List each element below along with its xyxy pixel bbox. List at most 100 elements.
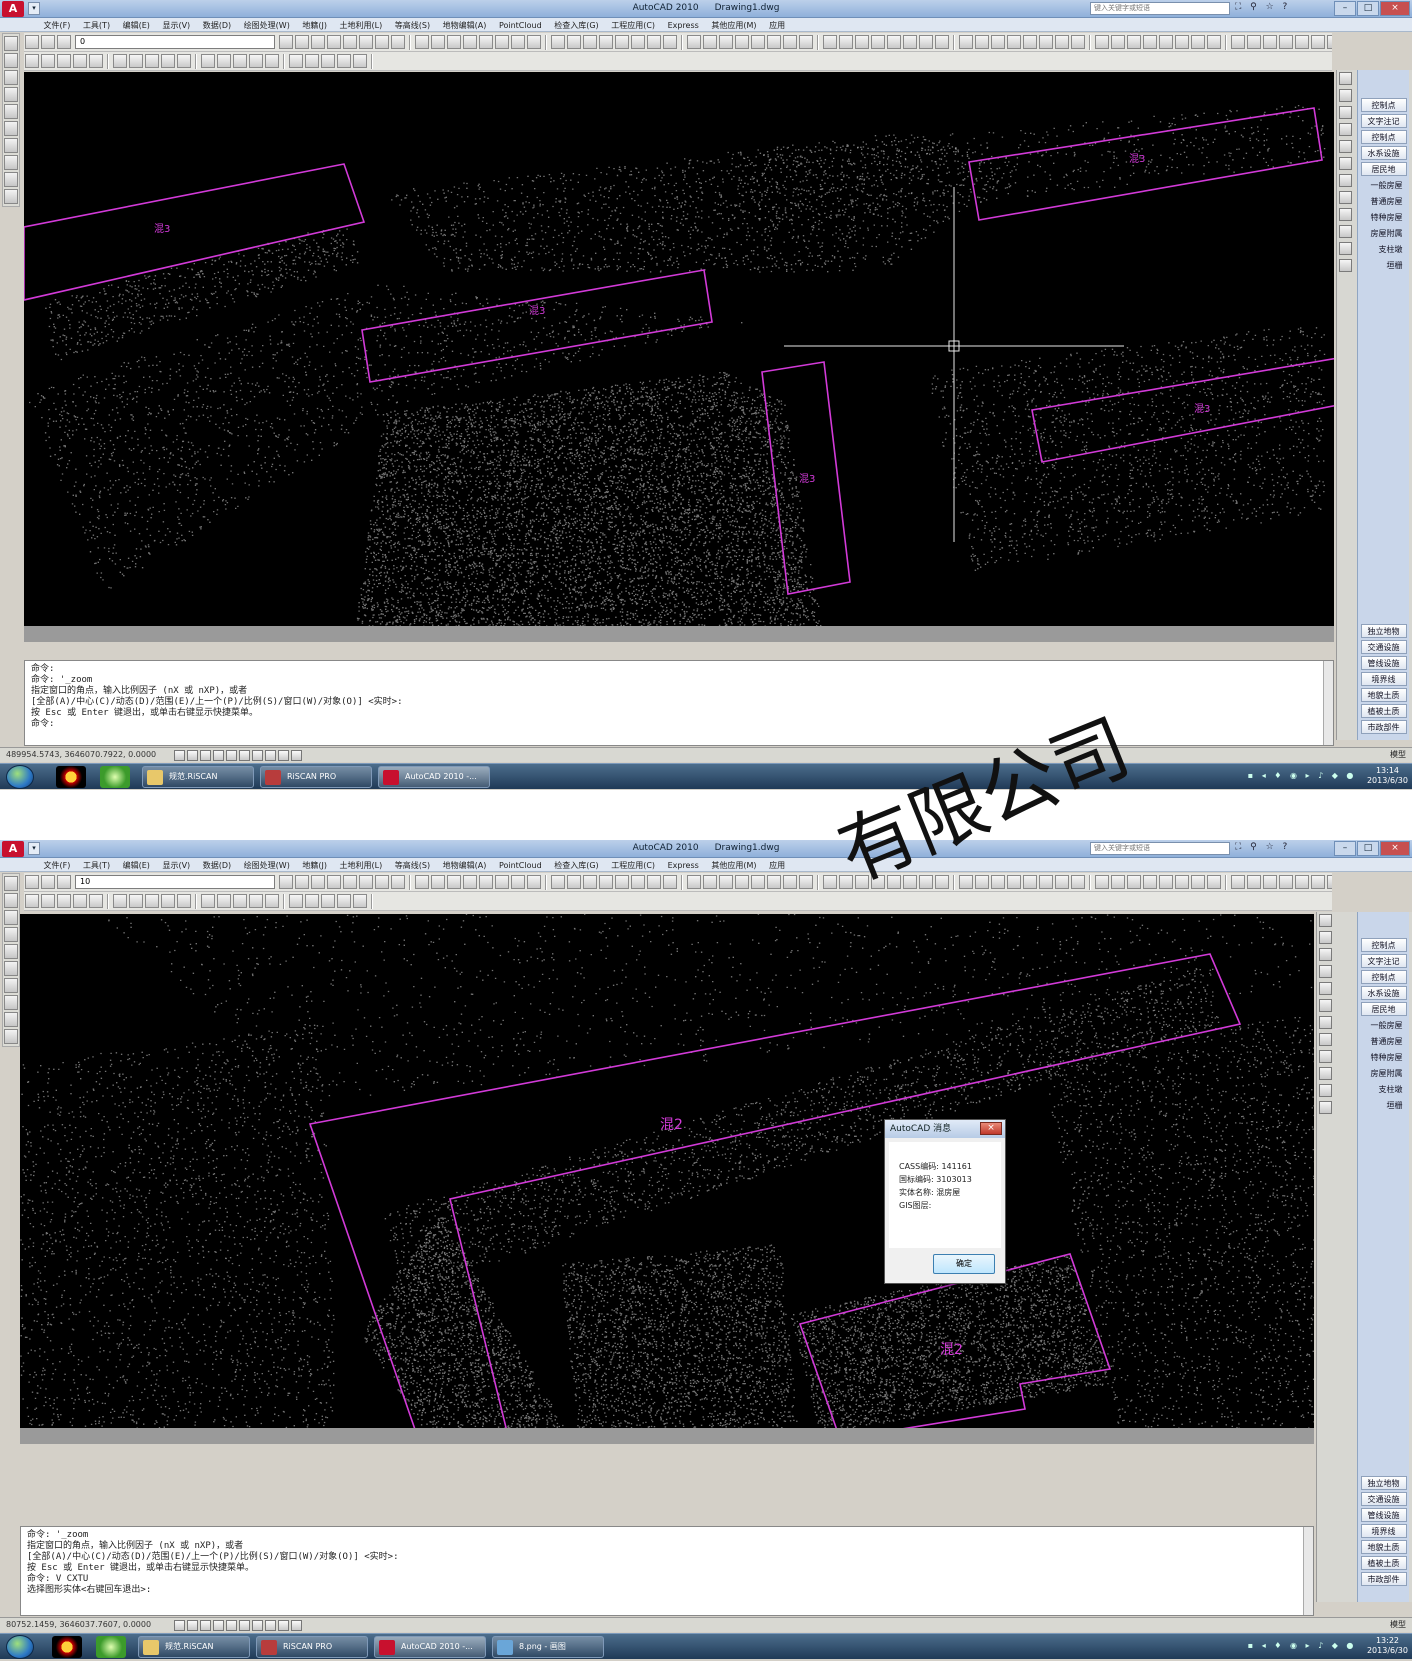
tool-icon[interactable] — [887, 875, 901, 889]
tool-icon[interactable] — [41, 894, 55, 908]
tool-icon[interactable] — [1111, 875, 1125, 889]
tool-icon[interactable] — [663, 35, 677, 49]
palette-boundary[interactable]: 境界线 — [1360, 672, 1407, 686]
tool-icon[interactable] — [337, 894, 351, 908]
tool-icon[interactable] — [783, 875, 797, 889]
tool-icon[interactable] — [647, 875, 661, 889]
tool-icon[interactable] — [495, 875, 509, 889]
layer-dropdown[interactable]: 0 — [75, 35, 275, 49]
tool-icon[interactable] — [991, 875, 1005, 889]
tool-icon[interactable] — [186, 750, 198, 761]
tool-icon[interactable] — [353, 894, 367, 908]
tool-icon[interactable] — [615, 875, 629, 889]
palette-tool-icon[interactable] — [1339, 208, 1352, 221]
palette-tool-icon[interactable] — [1339, 140, 1352, 153]
menu-apps[interactable]: 应用 — [764, 18, 790, 31]
tool-icon[interactable] — [935, 35, 949, 49]
palette-fence[interactable]: 垣栅 — [1361, 258, 1407, 272]
tool-icon[interactable] — [238, 750, 250, 761]
tool-icon[interactable] — [631, 35, 645, 49]
menu-express[interactable]: Express — [663, 19, 704, 30]
minimize-button[interactable]: – — [1334, 841, 1356, 856]
tool-icon[interactable] — [321, 894, 335, 908]
tool-icon[interactable] — [903, 35, 917, 49]
palette-independent[interactable]: 独立地物 — [1360, 1476, 1407, 1490]
menu-other[interactable]: 其他应用(M) — [706, 858, 761, 871]
menu-view[interactable]: 显示(V) — [157, 18, 195, 31]
tool-icon[interactable] — [1311, 35, 1325, 49]
palette-vegetation[interactable]: 植被土质 — [1360, 704, 1407, 718]
tool-icon[interactable] — [343, 875, 357, 889]
tool-icon[interactable] — [799, 35, 813, 49]
menu-cadastre[interactable]: 地籍(J) — [297, 858, 332, 871]
tool-icon[interactable] — [57, 894, 71, 908]
tool-icon[interactable] — [631, 875, 645, 889]
tool-icon[interactable] — [871, 875, 885, 889]
tool-icon[interactable] — [1263, 875, 1277, 889]
tool-icon[interactable] — [1007, 875, 1021, 889]
palette-normal-house[interactable]: 普通房屋 — [1361, 194, 1407, 208]
tool-icon[interactable] — [583, 35, 597, 49]
tool-icon[interactable] — [225, 750, 237, 761]
tool-icon[interactable] — [1111, 35, 1125, 49]
tool-icon[interactable] — [290, 750, 302, 761]
tool-icon[interactable] — [4, 1029, 18, 1044]
tool-icon[interactable] — [353, 54, 367, 68]
palette-tool-icon[interactable] — [1319, 1033, 1332, 1046]
palette-control-points[interactable]: 控制点 — [1360, 98, 1407, 112]
tool-icon[interactable] — [1295, 875, 1309, 889]
tool-icon[interactable] — [251, 750, 263, 761]
menu-data[interactable]: 数据(D) — [198, 18, 236, 31]
tool-icon[interactable] — [751, 875, 765, 889]
start-button-icon[interactable] — [6, 1635, 34, 1659]
menu-apps[interactable]: 应用 — [764, 858, 790, 871]
tray-icons[interactable]: ▪ ◂ ♦ ◉ ▸ ♪ ◆ ● — [1248, 771, 1357, 780]
tool-icon[interactable] — [495, 35, 509, 49]
palette-municipal[interactable]: 市政部件 — [1360, 1572, 1407, 1586]
task-autocad[interactable]: AutoCAD 2010 -... — [378, 766, 490, 788]
menu-check[interactable]: 检查入库(G) — [549, 858, 603, 871]
palette-tool-icon[interactable] — [1319, 1101, 1332, 1114]
command-prompt[interactable]: 命令: — [31, 719, 1327, 730]
tool-icon[interactable] — [567, 35, 581, 49]
tool-icon[interactable] — [25, 875, 39, 889]
tool-icon[interactable] — [177, 54, 191, 68]
minimize-button[interactable]: – — [1334, 1, 1356, 16]
tool-icon[interactable] — [4, 87, 18, 102]
palette-traffic[interactable]: 交通设施 — [1360, 640, 1407, 654]
tool-icon[interactable] — [463, 875, 477, 889]
menu-tools[interactable]: 工具(T) — [78, 18, 115, 31]
task-riscan-pro[interactable]: RiSCAN PRO — [260, 766, 372, 788]
drawing-viewport[interactable]: 混2 混2 — [20, 914, 1314, 1444]
tool-icon[interactable] — [4, 121, 18, 136]
palette-fence[interactable]: 垣栅 — [1361, 1098, 1407, 1112]
tool-icon[interactable] — [959, 35, 973, 49]
tool-icon[interactable] — [4, 978, 18, 993]
palette-tool-icon[interactable] — [1339, 89, 1352, 102]
palette-special-house[interactable]: 特种房屋 — [1361, 1050, 1407, 1064]
tool-icon[interactable] — [1207, 875, 1221, 889]
tool-icon[interactable] — [265, 894, 279, 908]
palette-control-points-2[interactable]: 控制点 — [1360, 130, 1407, 144]
tool-icon[interactable] — [919, 35, 933, 49]
tool-icon[interactable] — [375, 875, 389, 889]
menu-engineering[interactable]: 工程应用(C) — [606, 858, 660, 871]
menu-landuse[interactable]: 土地利用(L) — [335, 858, 388, 871]
tool-icon[interactable] — [201, 54, 215, 68]
tool-icon[interactable] — [511, 875, 525, 889]
tool-icon[interactable] — [719, 35, 733, 49]
tool-icon[interactable] — [431, 35, 445, 49]
tool-icon[interactable] — [25, 54, 39, 68]
tool-icon[interactable] — [279, 35, 293, 49]
tool-icon[interactable] — [4, 36, 18, 51]
tool-icon[interactable] — [1279, 35, 1293, 49]
palette-control-points[interactable]: 控制点 — [1360, 938, 1407, 952]
layer-dropdown[interactable]: 10 — [75, 875, 275, 889]
palette-tool-icon[interactable] — [1319, 948, 1332, 961]
tool-icon[interactable] — [663, 875, 677, 889]
palette-house-attachment[interactable]: 房屋附属 — [1361, 1066, 1407, 1080]
menu-view[interactable]: 显示(V) — [157, 858, 195, 871]
palette-tool-icon[interactable] — [1339, 123, 1352, 136]
palette-tool-icon[interactable] — [1339, 157, 1352, 170]
maximize-button[interactable]: □ — [1357, 841, 1379, 856]
